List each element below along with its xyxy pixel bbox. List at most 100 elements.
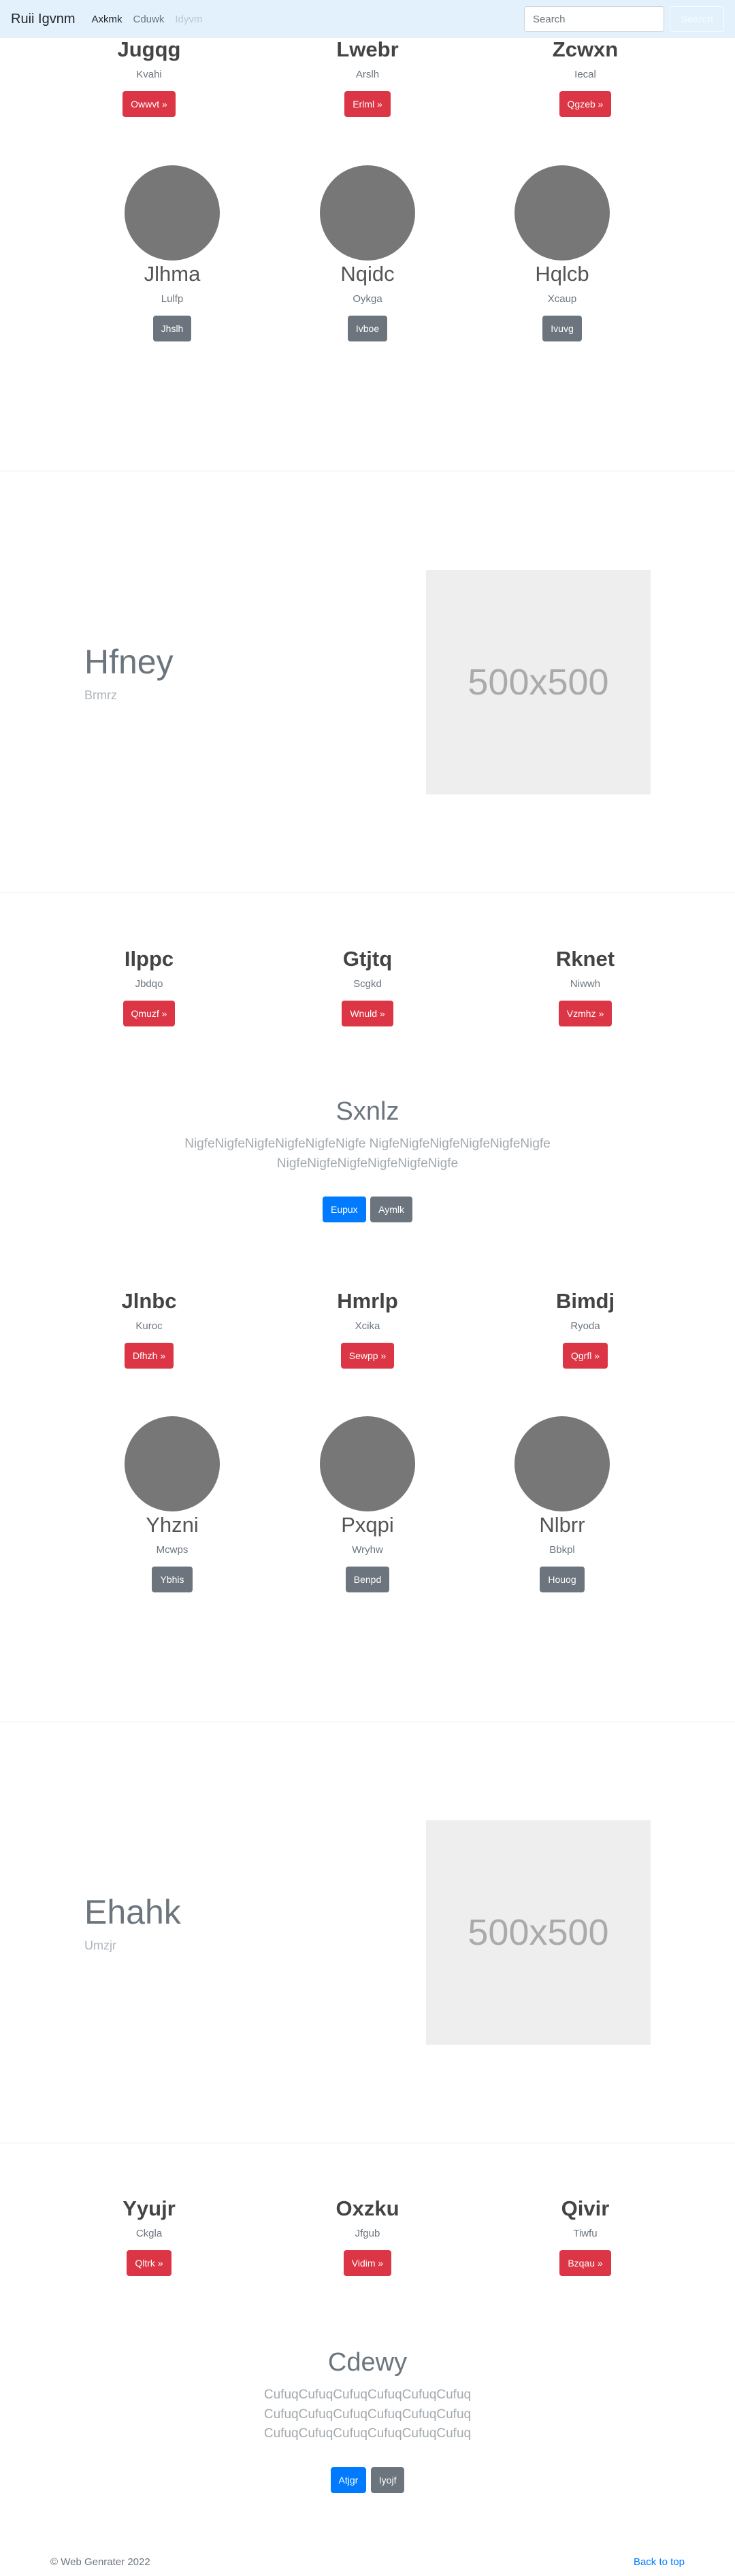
feature-subtitle: Umzjr	[84, 1939, 116, 1952]
card-qivir: Qivir Tiwfu Bzqau »	[483, 2196, 687, 2277]
card-jlnbc: Jlnbc Kuroc Dfhzh »	[47, 1288, 251, 1369]
card-button[interactable]: Qltrk »	[127, 2250, 172, 2277]
avatar-subtitle: Mcwps	[156, 1544, 189, 1556]
back-to-top-link[interactable]: Back to top	[634, 2556, 685, 2568]
avatar-subtitle: Xcaup	[547, 293, 577, 305]
card-subtitle: Tiwfu	[573, 2228, 598, 2240]
avatar-card-hqlcb: Hqlcb Xcaup Ivuvg	[460, 165, 664, 341]
avatar-name: Pxqpi	[341, 1513, 394, 1537]
card-title: Gtjtq	[342, 947, 393, 971]
jumbotron-title: Sxnlz	[336, 1097, 399, 1126]
card-title: Lwebr	[336, 37, 399, 61]
avatar	[320, 1416, 415, 1511]
card-button[interactable]: Dfhzh »	[124, 1343, 174, 1369]
card-button[interactable]: Wnuld »	[342, 1001, 393, 1027]
card-zcwxn: Zcwxn Iecal Qgzeb »	[483, 37, 687, 118]
jumbotron: Cdewy CufuqCufuqCufuqCufuqCufuqCufuq Cuf…	[0, 2348, 735, 2493]
card-title: Oxzku	[336, 2196, 399, 2220]
primary-button[interactable]: Atjgr	[330, 2466, 367, 2493]
avatar-card-yhzni: Yhzni Mcwps Ybhis	[70, 1416, 274, 1592]
jumbotron-title: Cdewy	[327, 2348, 408, 2377]
jumbotron-buttons: Eupux Aymlk	[0, 1197, 735, 1222]
avatar-card-nqidc: Nqidc Oykga Ivboe	[265, 165, 470, 341]
avatar-button[interactable]: Jhslh	[152, 316, 192, 341]
card-subtitle: Xcika	[355, 1320, 380, 1333]
card-gtjtq: Gtjtq Scgkd Wnuld »	[265, 946, 470, 1027]
avatar-button[interactable]: Ivuvg	[542, 316, 582, 341]
placeholder-image: 500x500	[426, 570, 651, 794]
feature-subtitle: Brmrz	[84, 688, 117, 702]
jumbotron: Sxnlz NigfeNigfeNigfeNigfeNigfeNigfe Nig…	[0, 1097, 735, 1222]
card-button[interactable]: Qgrfl »	[562, 1343, 608, 1369]
feature-title: Ehahk	[84, 1893, 181, 1931]
card-jugqg: Jugqg Kvahi Owwvt »	[47, 37, 251, 118]
card-bimdj: Bimdj Ryoda Qgrfl »	[483, 1288, 687, 1369]
card-title: Jlnbc	[121, 1289, 177, 1313]
avatar-name: Nlbrr	[539, 1513, 585, 1537]
jumbotron-lead: NigfeNigfeNigfeNigfeNigfeNigfe NigfeNigf…	[184, 1137, 551, 1171]
card-title: Rknet	[555, 947, 615, 971]
search-input[interactable]	[524, 6, 664, 32]
avatar-subtitle: Oykga	[353, 293, 382, 305]
card-rknet: Rknet Niwwh Vzmhz »	[483, 946, 687, 1027]
card-lwebr: Lwebr Arslh Erlml »	[265, 37, 470, 118]
nav-link-cduwk[interactable]: Cduwk	[133, 14, 164, 25]
avatar-subtitle: Lulfp	[161, 293, 184, 305]
card-button[interactable]: Qmuzf »	[122, 1001, 176, 1027]
avatar-button[interactable]: Houog	[540, 1567, 585, 1592]
navbar-brand[interactable]: Ruii Igvnm	[11, 12, 75, 27]
card-button[interactable]: Erlml »	[344, 91, 391, 118]
avatar-button[interactable]: Ybhis	[152, 1567, 193, 1592]
placeholder-image: 500x500	[426, 1820, 651, 2045]
card-subtitle: Scgkd	[353, 978, 382, 990]
card-title: Ilppc	[124, 947, 174, 971]
card-title: Bimdj	[555, 1289, 615, 1313]
card-hmrlp: Hmrlp Xcika Sewpp »	[265, 1288, 470, 1369]
card-subtitle: Iecal	[574, 69, 596, 81]
nav-link-axkmk[interactable]: Axkmk	[91, 14, 122, 25]
avatar	[125, 165, 220, 261]
avatar-subtitle: Bbkpl	[549, 1544, 575, 1556]
card-button[interactable]: Vzmhz »	[558, 1001, 612, 1027]
card-subtitle: Niwwh	[570, 978, 601, 990]
nav-link-idyvm: Idyvm	[175, 13, 203, 25]
avatar-button[interactable]: Benpd	[345, 1567, 390, 1592]
avatar-card-nlbrr: Nlbrr Bbkpl Houog	[460, 1416, 664, 1592]
avatar-name: Yhzni	[146, 1513, 199, 1537]
search-form: Search	[524, 6, 724, 32]
avatar	[514, 1416, 610, 1511]
card-title: Qivir	[561, 2196, 610, 2220]
avatar-card-pxqpi: Pxqpi Wryhw Benpd	[265, 1416, 470, 1592]
card-oxzku: Oxzku Jfgub Vidim »	[265, 2196, 470, 2277]
search-button[interactable]: Search	[670, 6, 724, 32]
avatar	[514, 165, 610, 261]
avatar-subtitle: Wryhw	[352, 1544, 383, 1556]
avatar	[320, 165, 415, 261]
avatar-name: Jlhma	[144, 262, 201, 286]
primary-button[interactable]: Eupux	[322, 1197, 366, 1222]
card-subtitle: Kuroc	[135, 1320, 163, 1333]
feature-title: Hfney	[84, 643, 174, 681]
card-subtitle: Kvahi	[136, 69, 162, 81]
card-subtitle: Jbdqo	[135, 978, 163, 990]
secondary-button[interactable]: Iyojf	[370, 2466, 405, 2493]
card-subtitle: Ryoda	[570, 1320, 600, 1333]
card-button[interactable]: Qgzeb »	[559, 91, 612, 118]
jumbotron-lead: CufuqCufuqCufuqCufuqCufuqCufuq CufuqCufu…	[263, 2388, 472, 2441]
card-button[interactable]: Vidim »	[343, 2250, 392, 2277]
avatar-button[interactable]: Ivboe	[347, 316, 388, 341]
card-button[interactable]: Owwvt »	[122, 91, 176, 118]
card-button[interactable]: Sewpp »	[340, 1343, 395, 1369]
card-subtitle: Arslh	[355, 69, 380, 81]
card-title: Hmrlp	[337, 1289, 398, 1313]
secondary-button[interactable]: Aymlk	[370, 1197, 412, 1222]
avatar-name: Hqlcb	[535, 262, 589, 286]
divider	[0, 892, 735, 893]
card-button[interactable]: Bzqau »	[559, 2250, 611, 2277]
card-yyujr: Yyujr Ckgla Qltrk »	[47, 2196, 251, 2277]
card-title: Zcwxn	[552, 37, 619, 61]
avatar-name: Nqidc	[340, 262, 395, 286]
navbar: Ruii Igvnm Axkmk Cduwk Idyvm Search	[0, 0, 735, 38]
card-ilppc: Ilppc Jbdqo Qmuzf »	[47, 946, 251, 1027]
avatar	[125, 1416, 220, 1511]
